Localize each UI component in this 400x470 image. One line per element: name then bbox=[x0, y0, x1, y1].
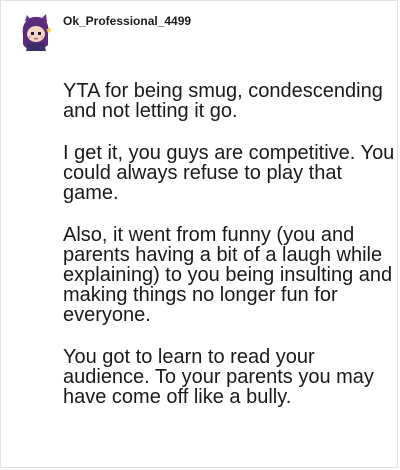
comment-card: Ok_Professional_4499 YTA for being smug,… bbox=[0, 0, 398, 468]
comment-paragraph-3: Also, it went from funny (you and parent… bbox=[63, 224, 393, 326]
comment-paragraph-2: I get it, you guys are competitive. You … bbox=[63, 142, 395, 204]
snoo-avatar-icon bbox=[22, 14, 52, 51]
username-link[interactable]: Ok_Professional_4499 bbox=[63, 14, 191, 28]
user-avatar[interactable] bbox=[15, 13, 55, 53]
comment-body: YTA for being smug, condescending and no… bbox=[63, 81, 395, 429]
comment-header: Ok_Professional_4499 bbox=[15, 13, 191, 53]
comment-paragraph-1: YTA for being smug, condescending and no… bbox=[63, 80, 383, 122]
comment-paragraph-4: You got to learn to read your audience. … bbox=[63, 346, 374, 408]
